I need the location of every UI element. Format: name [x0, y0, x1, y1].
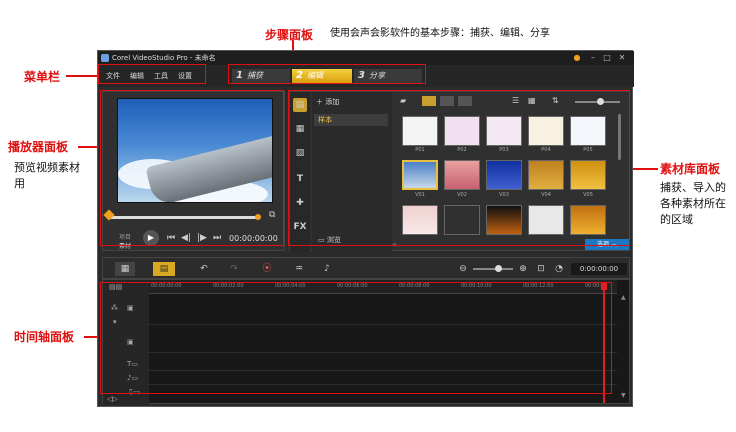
player-panel-description: 预览视频素材用	[14, 161, 80, 190]
redo-icon[interactable]: ↷	[227, 262, 241, 276]
zoom-out-icon[interactable]: ⊖	[457, 262, 469, 276]
step-panel-annotation: 步骤面板	[265, 28, 314, 42]
menu-bar-annotation: 菜单栏	[24, 70, 61, 84]
library-panel-highlight	[288, 90, 630, 246]
minimize-icon[interactable]: –	[588, 53, 598, 63]
undo-icon[interactable]: ↶	[197, 262, 211, 276]
library-panel-annotation: 素材库面板	[660, 162, 721, 176]
close-icon[interactable]: ✕	[617, 53, 627, 63]
menu-annotation-line	[66, 75, 98, 77]
timeline-panel-annotation: 时间轴面板	[14, 330, 75, 344]
app-logo-icon	[101, 54, 109, 62]
zoom-in-icon[interactable]: ⊕	[517, 262, 529, 276]
player-panel-annotation: 播放器面板	[8, 140, 69, 154]
fit-project-icon[interactable]: ⊡	[535, 262, 547, 276]
scroll-down-icon[interactable]: ▼	[621, 392, 626, 399]
audio-mixer-icon[interactable]: ♒	[291, 262, 307, 276]
timeline-panel-highlight	[100, 282, 612, 394]
step-panel-highlight	[228, 64, 426, 84]
player-panel-highlight	[100, 90, 284, 246]
fit-timeline-icon[interactable]: ◁▷	[107, 395, 123, 405]
screenshot-canvas: 步骤面板 使用会声会影软件的基本步骤：捕获、编辑、分享 菜单栏 播放器面板 预览…	[0, 0, 736, 432]
library-annotation-line	[630, 168, 658, 170]
scroll-up-icon[interactable]: ▲	[621, 294, 626, 301]
auto-music-icon[interactable]: ♪	[319, 262, 335, 276]
record-capture-icon[interactable]: ⦿	[259, 262, 275, 276]
zoom-slider[interactable]	[473, 268, 513, 270]
project-duration-icon[interactable]: ◔	[553, 262, 565, 276]
title-bar: Corel VideoStudio Pro - 未命名 ● – □ ✕	[98, 51, 634, 65]
window-title: Corel VideoStudio Pro - 未命名	[112, 54, 216, 62]
storyboard-view-icon[interactable]: ▦	[115, 262, 135, 276]
timeline-view-icon[interactable]: ▤	[153, 262, 175, 276]
step-panel-description: 使用会声会影软件的基本步骤：捕获、编辑、分享	[330, 28, 550, 39]
timeline-timecode[interactable]: 0:00:00:00	[571, 263, 627, 275]
help-icon[interactable]: ●	[572, 53, 582, 63]
zoom-knob[interactable]	[495, 265, 502, 272]
library-panel-description: 捕获、导入的各种素材所在的区域	[660, 181, 726, 226]
menu-bar-highlight	[98, 64, 206, 84]
timeline-toolbar: ▦ ▤ ↶ ↷ ⦿ ♒ ♪ ⊖ ⊕ ⊡ ◔ 0:00:00:00	[102, 257, 630, 279]
maximize-icon[interactable]: □	[602, 53, 612, 63]
